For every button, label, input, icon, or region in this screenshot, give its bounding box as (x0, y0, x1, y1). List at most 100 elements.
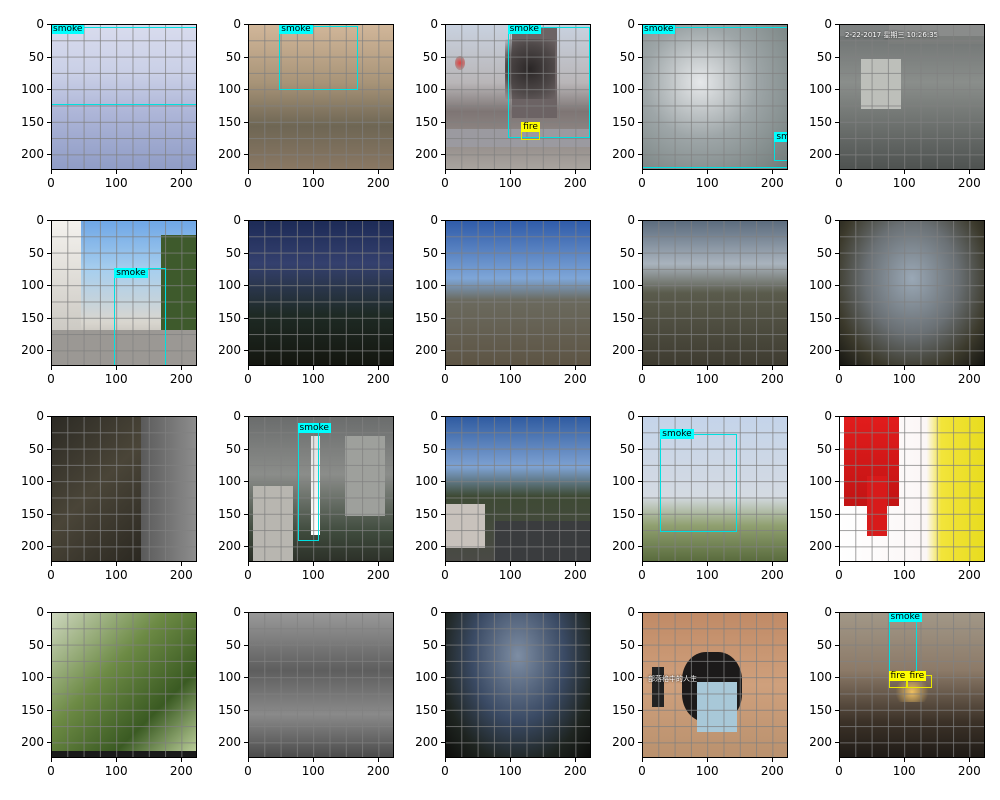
x-tick-mark (969, 562, 971, 566)
image-panel: 0 50 100 150 200 0 100 200 (809, 214, 985, 385)
y-tick-mark (638, 252, 642, 254)
y-tick-mark (441, 546, 445, 548)
y-tick-mark (47, 317, 51, 319)
y-tick-label: 50 (225, 245, 241, 260)
y-tick-label: 150 (21, 114, 44, 129)
y-tick-mark (47, 742, 51, 744)
y-tick-mark (835, 709, 839, 711)
y-tick-mark (835, 546, 839, 548)
scene-detail (652, 667, 664, 707)
y-tick-mark (638, 513, 642, 515)
image-panel: smoke 0 50 100 150 200 0 100 200 (218, 18, 394, 189)
x-tick-mark (116, 366, 118, 370)
y-tick-mark (441, 416, 445, 417)
y-tick-mark (47, 252, 51, 254)
y-tick-label: 200 (809, 539, 832, 554)
y-tick-mark (244, 154, 248, 156)
x-tick-label: 100 (104, 568, 128, 582)
y-tick-mark (638, 416, 642, 417)
x-tick-label: 100 (498, 764, 522, 778)
y-tick-label: 200 (218, 343, 241, 358)
y-tick-mark (441, 121, 445, 123)
smoke-label: smoke (642, 24, 676, 34)
y-tick-label: 150 (612, 310, 635, 325)
x-tick-label: 200 (563, 568, 587, 582)
y-tick-mark (244, 252, 248, 254)
x-tick-label: 0 (441, 568, 449, 582)
y-tick-label: 0 (824, 409, 832, 423)
grid-lines (445, 612, 591, 758)
grid-lines (642, 220, 788, 366)
y-tick-mark (835, 24, 839, 25)
scene-image (445, 416, 591, 562)
x-tick-label: 200 (169, 764, 193, 778)
y-tick-mark (638, 154, 642, 156)
y-tick-label: 100 (218, 474, 241, 489)
y-tick-label: 50 (28, 441, 44, 456)
y-tick-label: 200 (415, 343, 438, 358)
x-tick-mark (772, 170, 774, 174)
fire-label: fire (888, 670, 908, 681)
y-tick-mark (244, 220, 248, 221)
y-tick-mark (441, 317, 445, 319)
x-tick-mark (313, 366, 315, 370)
x-tick-mark (707, 562, 709, 566)
y-tick-label: 150 (612, 702, 635, 717)
x-tick-mark (839, 562, 840, 566)
y-tick-mark (441, 742, 445, 744)
grid-lines (445, 220, 591, 366)
y-tick-label: 0 (824, 213, 832, 227)
y-tick-label: 150 (21, 310, 44, 325)
y-tick-label: 100 (218, 278, 241, 293)
y-tick-label: 50 (422, 245, 438, 260)
y-tick-mark (244, 350, 248, 352)
smoke-label: smoke (114, 268, 148, 279)
y-tick-mark (638, 677, 642, 679)
x-tick-mark (904, 562, 906, 566)
y-tick-mark (47, 709, 51, 711)
y-tick-label: 100 (612, 474, 635, 489)
x-tick-label: 100 (892, 176, 916, 190)
smoke-detection-box (114, 268, 167, 366)
y-tick-label: 0 (233, 605, 241, 619)
x-tick-mark (772, 758, 774, 762)
y-tick-label: 150 (21, 702, 44, 717)
x-tick-mark (378, 758, 380, 762)
y-tick-mark (244, 448, 248, 450)
x-tick-mark (904, 758, 906, 762)
x-tick-label: 0 (638, 176, 646, 190)
x-tick-label: 200 (169, 176, 193, 190)
y-tick-mark (47, 481, 51, 483)
y-tick-mark (244, 121, 248, 123)
scene-image: 2-22-2017 星期三 10:26:35 (839, 24, 985, 170)
y-tick-label: 200 (809, 147, 832, 162)
smoke-detection-box (774, 141, 788, 161)
y-tick-mark (835, 285, 839, 287)
x-tick-mark (181, 562, 183, 566)
y-tick-label: 150 (612, 506, 635, 521)
x-tick-mark (642, 366, 643, 370)
y-tick-mark (244, 56, 248, 58)
y-tick-mark (835, 121, 839, 123)
scene-image: smoke (248, 24, 394, 170)
y-tick-mark (638, 56, 642, 58)
y-tick-mark (638, 317, 642, 319)
x-tick-mark (969, 170, 971, 174)
x-tick-label: 100 (695, 568, 719, 582)
y-tick-mark (441, 644, 445, 646)
y-tick-mark (47, 350, 51, 352)
y-tick-mark (244, 513, 248, 515)
scene-image (839, 416, 985, 562)
y-tick-label: 200 (809, 735, 832, 750)
x-tick-mark (378, 170, 380, 174)
y-tick-mark (835, 252, 839, 254)
smoke-label: smoke (297, 422, 331, 433)
y-tick-mark (47, 154, 51, 156)
y-tick-label: 200 (612, 539, 635, 554)
x-tick-mark (575, 170, 577, 174)
x-tick-label: 100 (695, 372, 719, 386)
scene-detail (141, 416, 197, 562)
scene-image (839, 220, 985, 366)
y-tick-label: 0 (233, 409, 241, 423)
x-tick-mark (642, 758, 643, 762)
